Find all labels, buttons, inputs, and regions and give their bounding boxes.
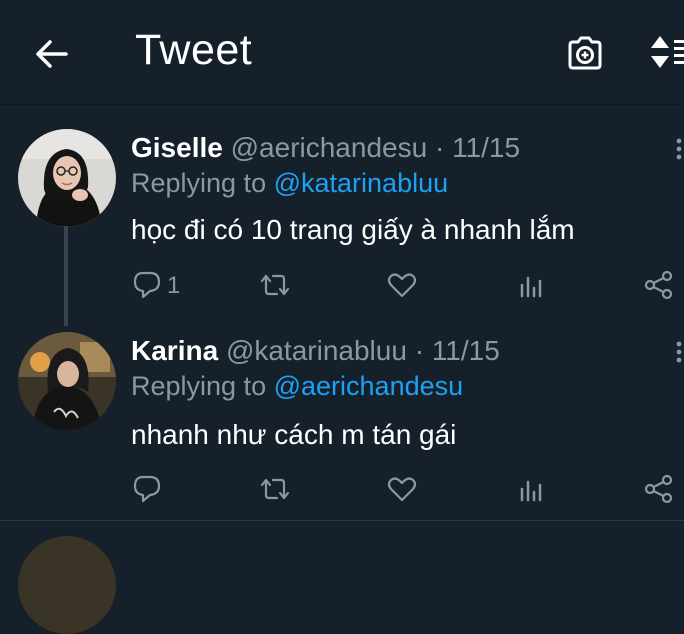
- replying-prefix: Replying to: [131, 371, 267, 401]
- separator: ·: [414, 335, 425, 366]
- tweet-item-partial[interactable]: [0, 520, 684, 634]
- tweet-actions: [0, 473, 684, 513]
- retweet-button[interactable]: [258, 473, 292, 507]
- display-name[interactable]: Giselle: [131, 132, 223, 163]
- retweet-button[interactable]: [258, 269, 292, 303]
- tweet-actions: 1: [0, 269, 684, 309]
- display-name[interactable]: Karina: [131, 335, 218, 366]
- user-handle[interactable]: @katarinabluu: [226, 335, 407, 366]
- avatar[interactable]: [18, 129, 116, 227]
- separator: ·: [434, 132, 445, 163]
- like-button[interactable]: [386, 269, 418, 303]
- retweet-icon: [260, 478, 290, 500]
- avatar[interactable]: [18, 332, 116, 430]
- replying-prefix: Replying to: [131, 168, 267, 198]
- retweet-icon: [260, 274, 290, 296]
- analytics-button[interactable]: [517, 473, 547, 507]
- tweet-item[interactable]: Karina @katarinabluu · 11/15 Replying to…: [0, 315, 684, 521]
- tweet-text: nhanh như cách m tán gái: [131, 419, 457, 450]
- tweet-date: 11/15: [431, 335, 500, 366]
- replying-to-handle[interactable]: @katarinabluu: [274, 168, 449, 198]
- tweet-header: Karina @katarinabluu · 11/15: [131, 335, 500, 367]
- more-icon[interactable]: [672, 340, 684, 368]
- reply-icon: [133, 271, 161, 299]
- replying-to-handle[interactable]: @aerichandesu: [274, 371, 464, 401]
- replying-to: Replying to @katarinabluu: [131, 168, 448, 199]
- top-app-bar: Tweet: [0, 0, 684, 105]
- camera-icon[interactable]: [564, 32, 606, 74]
- reply-icon: [133, 475, 161, 503]
- like-button[interactable]: [386, 473, 418, 507]
- more-icon[interactable]: [672, 137, 684, 165]
- share-button[interactable]: [643, 269, 675, 303]
- page-title: Tweet: [135, 26, 253, 74]
- reply-button[interactable]: 1: [131, 269, 191, 303]
- tweet-item[interactable]: Giselle @aerichandesu · 11/15 Replying t…: [0, 105, 684, 326]
- analytics-icon: [520, 276, 542, 298]
- tweet-header: Giselle @aerichandesu · 11/15: [131, 132, 520, 164]
- heart-icon: [387, 273, 417, 298]
- tweet-date: 11/15: [452, 132, 521, 163]
- tweet-text: học đi có 10 trang giấy à nhanh lắm: [131, 214, 575, 245]
- back-arrow-icon[interactable]: [30, 34, 74, 74]
- analytics-icon: [520, 480, 542, 502]
- user-handle[interactable]: @aerichandesu: [231, 132, 428, 163]
- reply-count: 1: [167, 272, 181, 299]
- reply-button[interactable]: [131, 473, 191, 507]
- heart-icon: [387, 477, 417, 502]
- replying-to: Replying to @aerichandesu: [131, 371, 463, 402]
- share-icon: [644, 270, 673, 300]
- sort-icon[interactable]: [648, 34, 684, 70]
- share-icon: [644, 474, 673, 504]
- analytics-button[interactable]: [517, 269, 547, 303]
- share-button[interactable]: [643, 473, 675, 507]
- avatar[interactable]: [18, 536, 116, 634]
